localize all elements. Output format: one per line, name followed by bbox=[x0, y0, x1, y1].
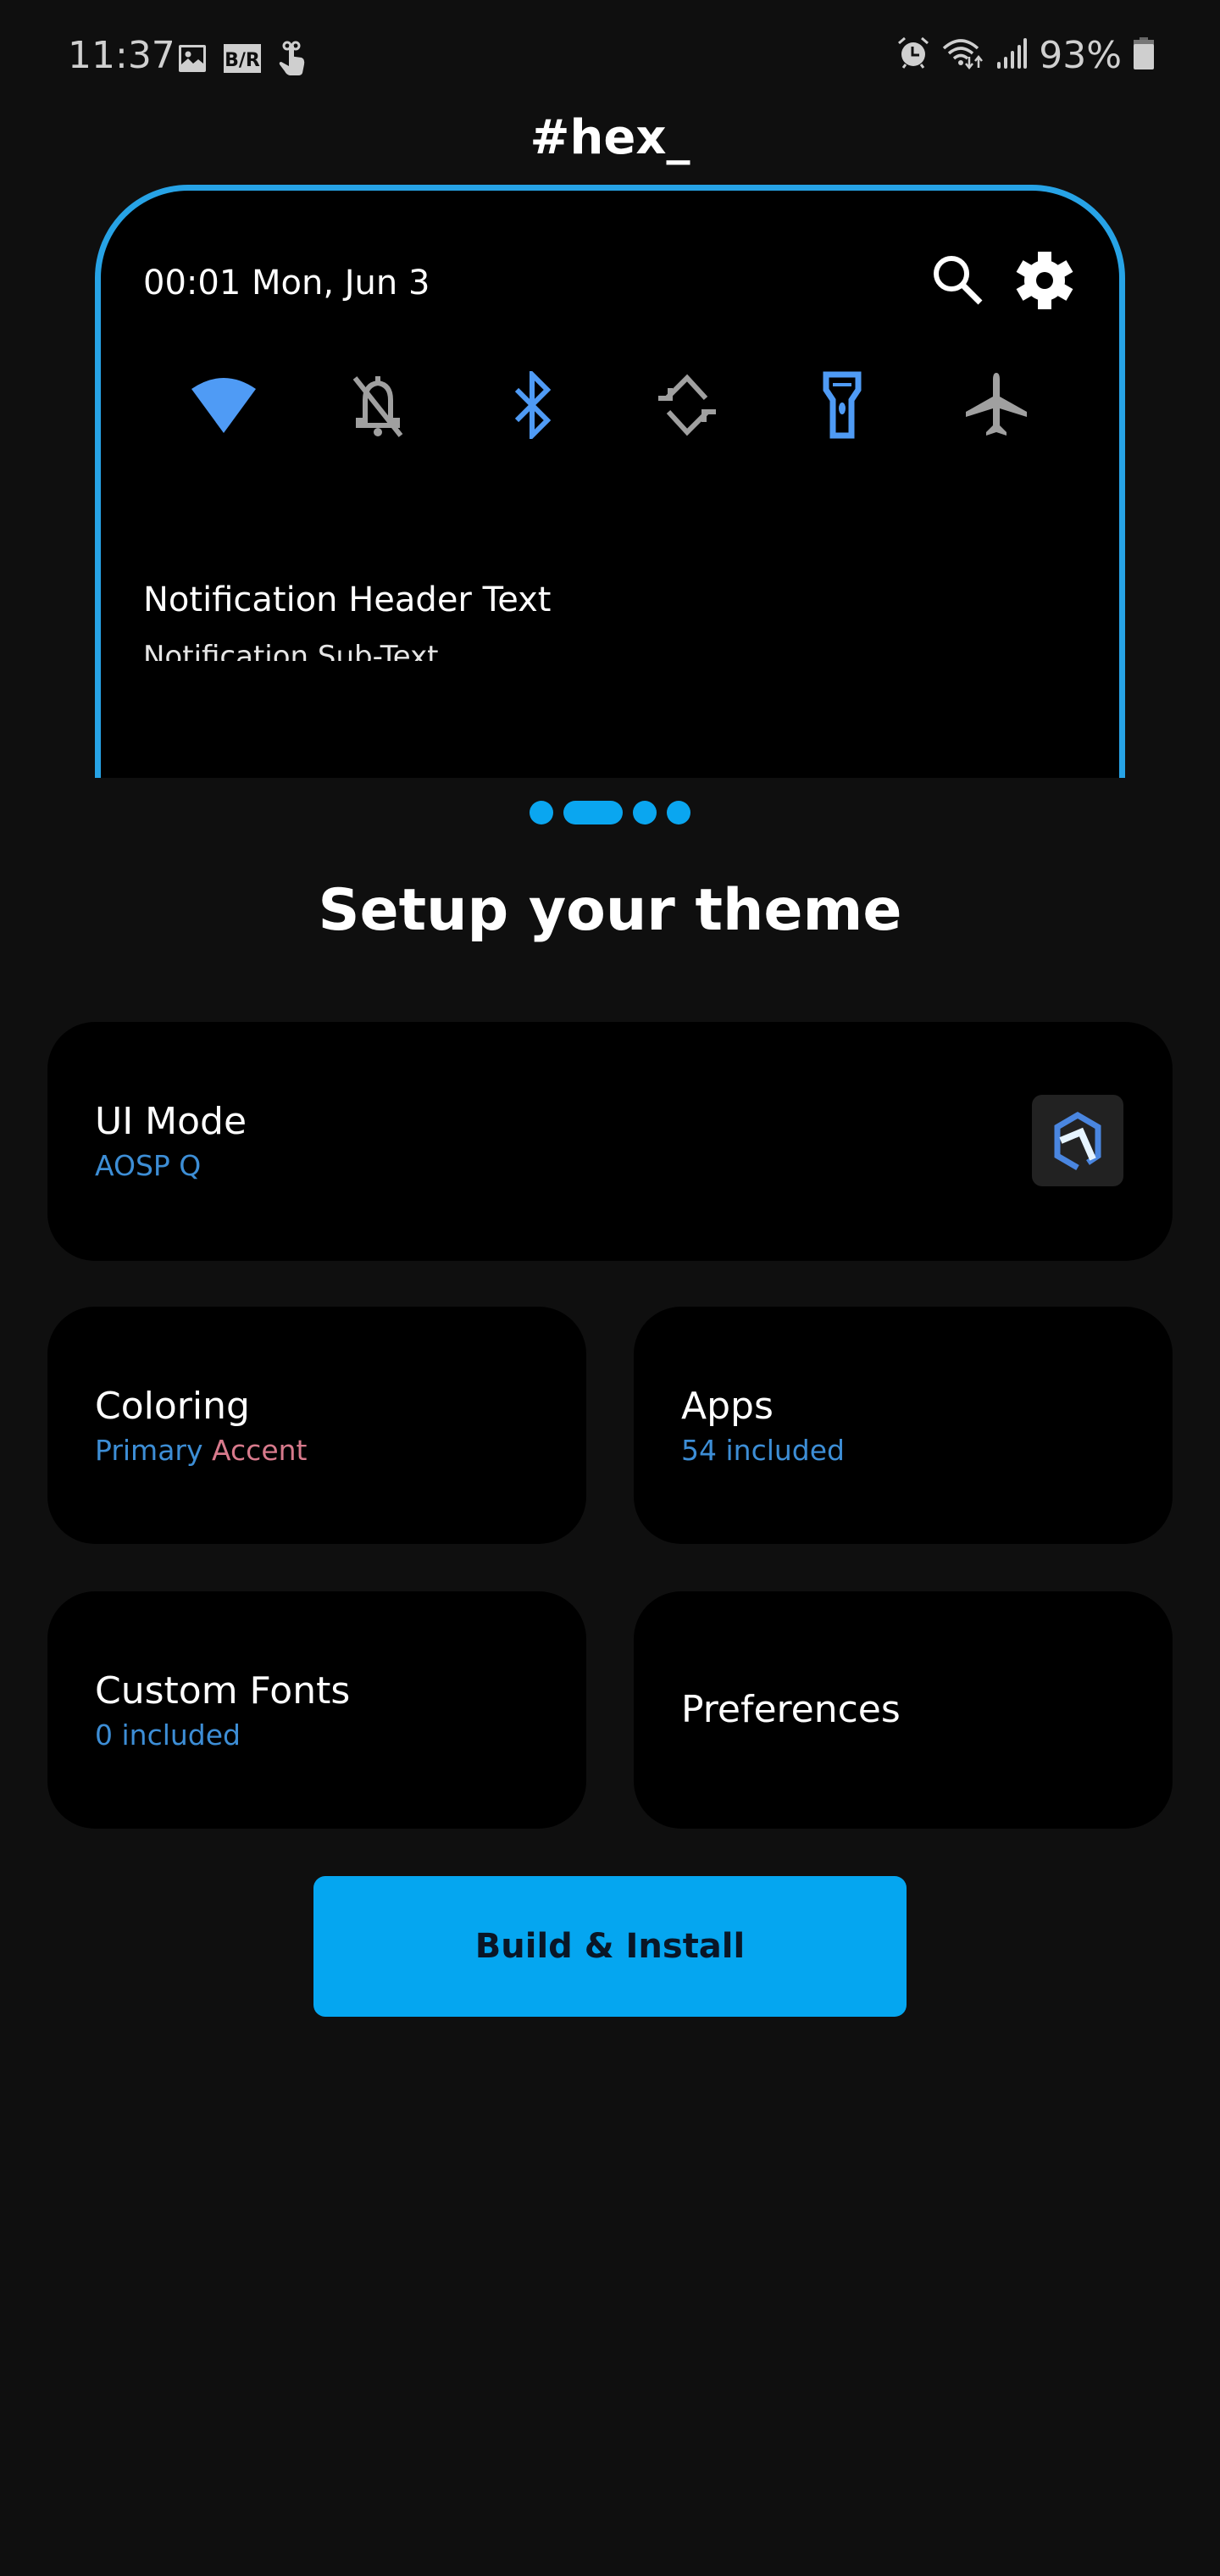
notifications-off-icon bbox=[348, 373, 408, 441]
cell-signal-icon bbox=[996, 36, 1028, 75]
wifi-data-icon bbox=[942, 36, 984, 75]
gallery-icon bbox=[178, 44, 207, 77]
qs-wifi bbox=[186, 369, 262, 445]
coloring-primary: Primary bbox=[95, 1434, 203, 1467]
preview-bottom-shape bbox=[101, 661, 1119, 778]
preview-pager bbox=[0, 801, 1220, 824]
battery-percent: 93% bbox=[1039, 34, 1122, 77]
touch-gesture-icon bbox=[278, 41, 307, 80]
preview-datetime: 00:01 Mon, Jun 3 bbox=[143, 264, 430, 303]
bleacher-report-icon: B/R bbox=[224, 44, 261, 77]
notification-header: Notification Header Text bbox=[143, 580, 552, 619]
qs-flashlight bbox=[804, 369, 880, 445]
wifi-icon bbox=[190, 375, 258, 439]
page-heading: Setup your theme bbox=[318, 877, 902, 944]
pager-dot[interactable] bbox=[530, 801, 553, 824]
card-coloring-subtitle: Primary Accent bbox=[95, 1434, 307, 1467]
build-install-button[interactable]: Build & Install bbox=[313, 1876, 907, 2017]
airplane-icon bbox=[964, 371, 1029, 443]
card-apps[interactable]: Apps 54 included bbox=[634, 1307, 1173, 1544]
card-apps-title: Apps bbox=[681, 1385, 774, 1428]
search-icon bbox=[931, 253, 985, 312]
card-fonts-subtitle: 0 included bbox=[95, 1718, 241, 1752]
card-apps-subtitle: 54 included bbox=[681, 1434, 845, 1467]
flashlight-icon bbox=[821, 371, 863, 443]
card-coloring-title: Coloring bbox=[95, 1385, 250, 1428]
quick-settings-row bbox=[152, 368, 1068, 445]
status-left-icons: B/R bbox=[178, 41, 307, 80]
settings-icon bbox=[1014, 250, 1075, 315]
pager-dot[interactable] bbox=[633, 801, 657, 824]
qs-auto-rotate bbox=[649, 369, 725, 445]
br-label: B/R bbox=[225, 50, 260, 71]
alarm-icon bbox=[896, 36, 930, 75]
card-preferences[interactable]: Preferences bbox=[634, 1591, 1173, 1829]
card-ui-mode-subtitle: AOSP Q bbox=[95, 1149, 202, 1182]
auto-rotate-icon bbox=[655, 373, 719, 441]
qs-do-not-disturb bbox=[340, 369, 416, 445]
card-preferences-title: Preferences bbox=[681, 1688, 901, 1731]
status-bar: 11:37 B/R 93% bbox=[0, 0, 1220, 114]
app-title: #hex_ bbox=[530, 110, 690, 165]
qs-bluetooth bbox=[495, 368, 571, 445]
card-coloring[interactable]: Coloring Primary Accent bbox=[47, 1307, 586, 1544]
ui-mode-logo-icon bbox=[1032, 1095, 1123, 1186]
qs-airplane bbox=[958, 369, 1034, 445]
status-time: 11:37 bbox=[68, 34, 175, 77]
bluetooth-icon bbox=[512, 368, 554, 443]
card-ui-mode[interactable]: UI Mode AOSP Q bbox=[47, 1022, 1173, 1261]
preview-actions bbox=[931, 250, 1075, 315]
card-ui-mode-title: UI Mode bbox=[95, 1100, 247, 1143]
card-custom-fonts[interactable]: Custom Fonts 0 included bbox=[47, 1591, 586, 1829]
pager-dot[interactable] bbox=[667, 801, 690, 824]
card-fonts-title: Custom Fonts bbox=[95, 1669, 351, 1713]
pager-dot-active[interactable] bbox=[563, 801, 623, 824]
status-right-icons: 93% bbox=[896, 34, 1154, 77]
battery-icon bbox=[1134, 37, 1154, 74]
coloring-accent: Accent bbox=[212, 1434, 308, 1467]
